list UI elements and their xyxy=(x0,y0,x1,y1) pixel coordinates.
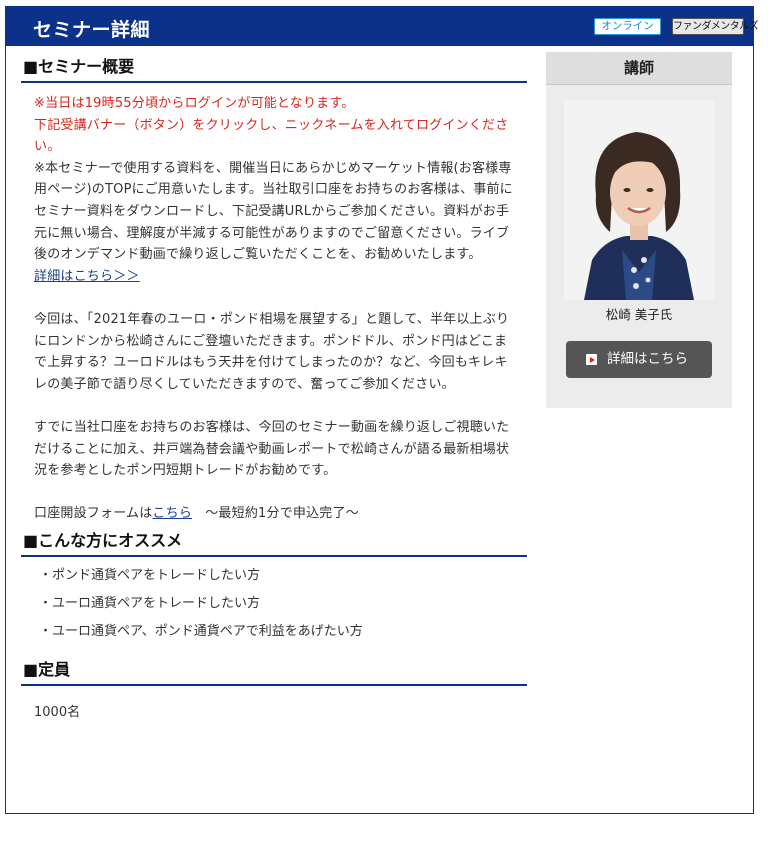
account-open-prefix: 口座開設フォームは xyxy=(34,506,153,522)
play-icon xyxy=(586,354,597,365)
login-instruction-notice: 下記受講バナー（ボタン）をクリックし、ニックネームを入れてログインください。 xyxy=(34,117,509,155)
main-content: ■セミナー概要 ※当日は19時55分頃からログインが可能となります。 下記受講バ… xyxy=(21,53,527,720)
capacity-value: 1000名 xyxy=(34,704,81,720)
capacity-heading: ■定員 xyxy=(21,656,527,686)
online-badge: オンライン xyxy=(594,18,661,35)
category-badge: ファンダメンタルズ xyxy=(672,18,759,35)
instructor-detail-button[interactable]: 詳細はこちら xyxy=(566,341,712,378)
overview-body: ※当日は19時55分頃からログインが可能となります。 下記受講バナー（ボタン）を… xyxy=(21,83,527,525)
instructor-heading: 講師 xyxy=(546,52,732,85)
recommend-heading: ■こんな方にオススメ xyxy=(21,527,527,557)
account-open-line: 口座開設フォームはこちら ～最短約1分で申込完了～ xyxy=(34,503,515,525)
material-notice: ※本セミナーで使用する資料を、開催当日にあらかじめマーケット情報(お客様専用ペー… xyxy=(34,160,513,263)
list-item: ポンド通貨ペアをトレードしたい方 xyxy=(39,566,527,594)
instructor-detail-button-label: 詳細はこちら xyxy=(607,351,688,367)
list-item: ユーロ通貨ペアをトレードしたい方 xyxy=(39,594,527,622)
description-paragraph: 今回は、「2021年春のユーロ・ポンド相場を展望する」と題して、半年以上ぶりにロ… xyxy=(34,311,510,392)
instructor-photo xyxy=(564,100,714,300)
account-open-link[interactable]: こちら xyxy=(152,506,192,521)
overview-heading: ■セミナー概要 xyxy=(21,53,527,83)
page-title: セミナー詳細 xyxy=(33,19,151,41)
list-item: ユーロ通貨ペア、ポンド通貨ペアで利益をあげたい方 xyxy=(39,622,527,650)
instructor-name: 松崎 美子氏 xyxy=(605,307,673,322)
login-time-notice: ※当日は19時55分頃からログインが可能となります。 xyxy=(34,96,355,111)
recommend-list: ポンド通貨ペアをトレードしたい方 ユーロ通貨ペアをトレードしたい方 ユーロ通貨ペ… xyxy=(21,557,527,650)
header-bar: セミナー詳細 オンライン ファンダメンタルズ xyxy=(6,7,759,46)
account-holder-paragraph: すでに当社口座をお持ちのお客様は、今回のセミナー動画を繰り返しご視聴いただけるこ… xyxy=(34,419,510,479)
detail-link[interactable]: 詳細はこちら＞＞ xyxy=(34,269,140,284)
instructor-sidebar: 講師 松崎 美子氏 詳細はこちら xyxy=(546,52,732,408)
account-open-suffix: ～最短約1分で申込完了～ xyxy=(192,506,359,522)
